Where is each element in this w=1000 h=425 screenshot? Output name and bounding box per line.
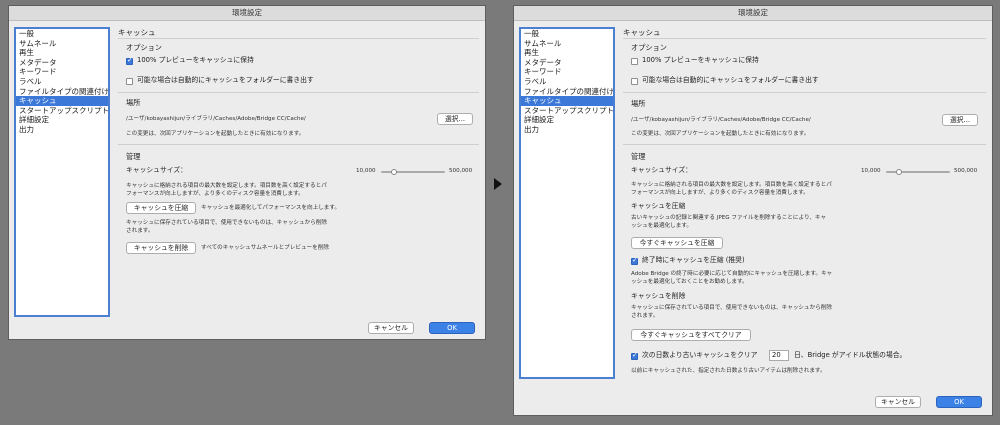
sidebar-item[interactable]: 出力 xyxy=(16,125,108,135)
sidebar-item[interactable]: キーワード xyxy=(16,67,108,77)
sidebar-item[interactable]: ファイルタイプの関連付け xyxy=(16,87,108,97)
purge-desc: されます。 xyxy=(631,313,659,319)
write-to-folders-label: 可能な場合は自動的にキャッシュをフォルダーに書き出す xyxy=(642,76,819,84)
compact-desc: 古いキャッシュの記録と関連する JPEG ファイルを削除することにより、キャ xyxy=(631,215,827,221)
sidebar-item[interactable]: 出力 xyxy=(521,125,613,135)
slider-min: 10,000 xyxy=(356,168,376,174)
category-list[interactable]: 一般 サムネール 再生 メタデータ キーワード ラベル ファイルタイプの関連付け キャッシュス… xyxy=(14,27,110,317)
divider xyxy=(623,38,986,39)
auto-compact-checkbox[interactable] xyxy=(631,256,638,265)
sidebar-item[interactable]: メタデータ xyxy=(521,58,613,68)
panel-title: キャッシュ xyxy=(623,28,661,37)
divider xyxy=(623,92,986,93)
preferences-window-before: 環境設定 一般 サムネール 再生 メタデータ キーワード ラベル ファイルタイプの関連付けキ… xyxy=(8,5,486,340)
location-heading: 場所 xyxy=(631,99,646,108)
sidebar-item[interactable]: 詳細設定 xyxy=(521,115,613,125)
options-heading: オプション xyxy=(126,43,162,52)
sidebar-item[interactable]: ラベル xyxy=(521,77,613,87)
compact-now-button[interactable]: 今すぐキャッシュを圧縮 xyxy=(631,237,723,249)
management-heading: 管理 xyxy=(126,152,141,161)
days-input[interactable]: 20 xyxy=(769,350,789,361)
slider-knob[interactable] xyxy=(390,169,397,175)
compact-desc: ッシュを最適化します。 xyxy=(631,223,692,229)
auto-compact-label: 終了時にキャッシュを圧縮 (推奨) xyxy=(642,256,745,264)
arrow-right-icon xyxy=(494,178,502,190)
sidebar-item[interactable]: キャッシュ xyxy=(16,96,108,106)
write-to-folders-label: 可能な場合は自動的にキャッシュをフォルダーに書き出す xyxy=(137,76,314,84)
keep-previews-checkbox[interactable] xyxy=(126,56,133,65)
slider-max: 500,000 xyxy=(449,168,473,174)
auto-compact-desc: Adobe Bridge の終了時に必要に応じて自動的にキャッシュを圧縮します。… xyxy=(631,271,833,277)
window-title: 環境設定 xyxy=(514,6,992,21)
divider xyxy=(623,144,986,145)
keep-previews-label: 100% プレビューをキャッシュに保持 xyxy=(642,56,759,64)
ok-button[interactable]: OK xyxy=(936,396,982,408)
sidebar-item[interactable]: キャッシュ xyxy=(521,96,613,106)
sidebar-item[interactable]: 再生 xyxy=(16,48,108,58)
sidebar-item[interactable]: キーワード xyxy=(521,67,613,77)
write-to-folders-checkbox[interactable] xyxy=(631,78,638,85)
auto-compact-desc: ッシュを最適化しておくことをお勧めします。 xyxy=(631,279,748,285)
cache-size-slider[interactable] xyxy=(381,169,445,175)
ok-button[interactable]: OK xyxy=(429,322,475,334)
purge-desc: されます。 xyxy=(126,228,154,234)
divider xyxy=(118,144,479,145)
sidebar-item[interactable]: スタートアップスクリプト xyxy=(16,106,108,116)
location-heading: 場所 xyxy=(126,98,141,107)
sidebar-item[interactable]: サムネール xyxy=(16,39,108,49)
cache-size-desc: フォーマンスが向上しますが、より多くのディスク容量を消費します。 xyxy=(631,190,809,196)
purge-cache-button[interactable]: キャッシュを削除 xyxy=(126,242,196,254)
cache-size-slider[interactable] xyxy=(886,169,950,175)
sidebar-item[interactable]: 一般 xyxy=(16,29,108,39)
panel-title: キャッシュ xyxy=(118,28,156,37)
cache-size-desc: キャッシュに格納される項目の最大数を設定します。項目数を高く設定するとパ xyxy=(631,182,832,188)
sidebar-item[interactable]: 再生 xyxy=(521,48,613,58)
auto-clear-desc: 以前にキャッシュされた、指定された日数より古いアイテムは削除されます。 xyxy=(631,368,826,374)
clear-all-button[interactable]: 今すぐキャッシュをすべてクリア xyxy=(631,329,751,341)
slider-knob[interactable] xyxy=(895,169,902,175)
purge-desc: キャッシュに保存されている項目で、使用できないものは、キャッシュから削除 xyxy=(126,220,327,226)
compact-heading: キャッシュを圧縮 xyxy=(631,202,686,210)
location-note: この変更は、次回アプリケーションを起動したときに有効になります。 xyxy=(126,131,305,137)
divider xyxy=(118,38,479,39)
cancel-button[interactable]: キャンセル xyxy=(875,396,921,408)
sidebar-item[interactable]: スタートアップスクリプト xyxy=(521,106,613,116)
cancel-button[interactable]: キャンセル xyxy=(368,322,414,334)
location-note: この変更は、次回アプリケーションを起動したときに有効になります。 xyxy=(631,131,810,137)
cache-size-desc: フォーマンスが向上しますが、より多くのディスク容量を消費します。 xyxy=(126,191,304,197)
choose-button[interactable]: 選択... xyxy=(437,113,473,125)
auto-clear-checkbox[interactable] xyxy=(631,351,638,360)
write-to-folders-checkbox[interactable] xyxy=(126,78,133,85)
cache-size-desc: キャッシュに格納される項目の最大数を設定します。項目数を高く設定するとパ xyxy=(126,183,327,189)
auto-clear-suffix: 日、Bridge がアイドル状態の場合。 xyxy=(794,351,907,359)
sidebar-item[interactable]: ラベル xyxy=(16,77,108,87)
divider xyxy=(118,92,479,93)
sidebar-item[interactable]: 一般 xyxy=(521,29,613,39)
management-heading: 管理 xyxy=(631,152,646,161)
options-heading: オプション xyxy=(631,43,667,52)
category-list[interactable]: 一般 サムネール 再生 メタデータ キーワード ラベル ファイルタイプの関連付け キャッシュス… xyxy=(519,27,615,379)
sidebar-item[interactable]: メタデータ xyxy=(16,58,108,68)
slider-max: 500,000 xyxy=(954,168,978,174)
slider-min: 10,000 xyxy=(861,168,881,174)
cache-path: /ユーザ/kobayashijun/ライブラリ/Caches/Adobe/Bri… xyxy=(126,116,306,122)
sidebar-item[interactable]: ファイルタイプの関連付け xyxy=(521,87,613,97)
cache-path: /ユーザ/kobayashijun/ライブラリ/Caches/Adobe/Bri… xyxy=(631,117,811,123)
purge-desc: キャッシュに保存されている項目で、使用できないものは、キャッシュから削除 xyxy=(631,305,832,311)
choose-button[interactable]: 選択... xyxy=(942,114,978,126)
sidebar-item[interactable]: 詳細設定 xyxy=(16,115,108,125)
compact-desc: キャッシュを最適化してパフォーマンスを向上します。 xyxy=(201,205,341,211)
purge-heading: キャッシュを削除 xyxy=(631,292,686,300)
keep-previews-checkbox[interactable] xyxy=(631,58,638,65)
window-title: 環境設定 xyxy=(9,6,485,21)
purge-button-desc: すべてのキャッシュサムネールとプレビューを削除 xyxy=(201,245,329,251)
cache-size-label: キャッシュサイズ： xyxy=(126,166,187,174)
sidebar-item[interactable]: サムネール xyxy=(521,39,613,49)
auto-clear-label: 次の日数より古いキャッシュをクリア xyxy=(642,351,758,359)
keep-previews-label: 100% プレビューをキャッシュに保持 xyxy=(137,56,254,64)
cache-size-label: キャッシュサイズ： xyxy=(631,166,692,174)
compact-cache-button[interactable]: キャッシュを圧縮 xyxy=(126,202,196,214)
preferences-window-after: 環境設定 一般 サムネール 再生 メタデータ キーワード ラベル ファイルタイプの関連付けキ… xyxy=(513,5,993,416)
